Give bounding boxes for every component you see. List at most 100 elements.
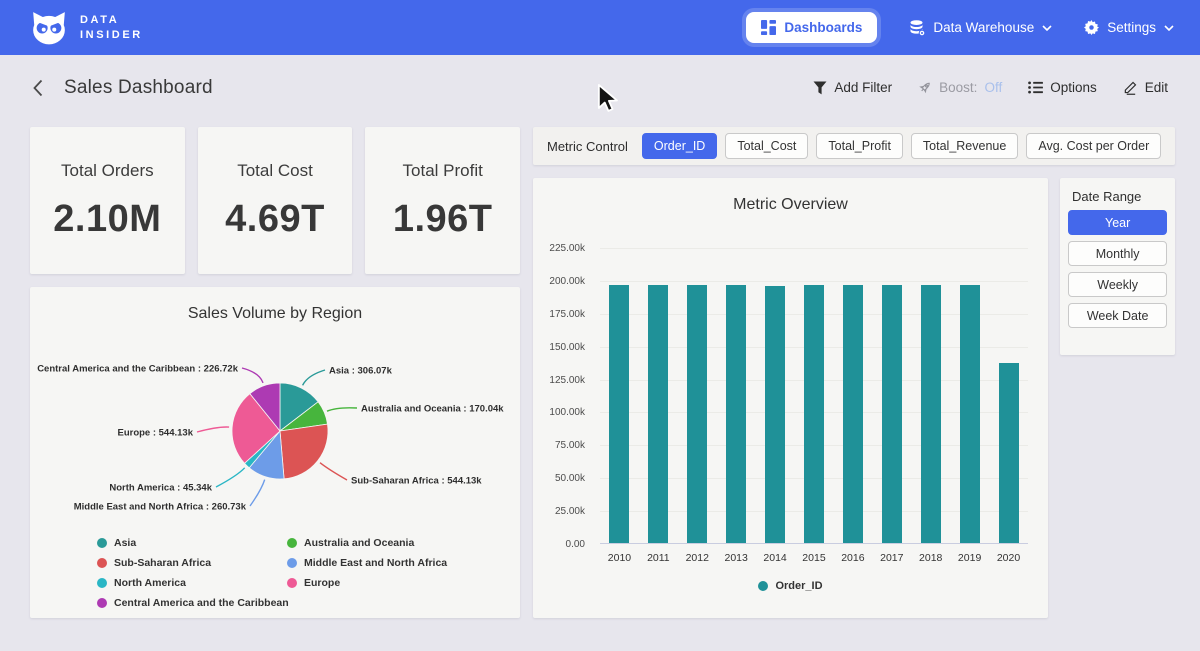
legend-dot xyxy=(758,581,768,591)
bar-slot xyxy=(600,248,639,543)
legend-dot xyxy=(287,558,297,568)
metric-option-total-profit[interactable]: Total_Profit xyxy=(816,133,903,159)
bar-2010[interactable] xyxy=(609,285,629,543)
bar-2012[interactable] xyxy=(687,285,707,543)
settings-menu[interactable]: Settings xyxy=(1084,20,1174,35)
back-button[interactable] xyxy=(30,77,46,99)
date-range-monthly[interactable]: Monthly xyxy=(1068,241,1167,266)
pie-legend-item-north-america[interactable]: North America xyxy=(97,573,289,593)
options-button[interactable]: Options xyxy=(1028,80,1097,95)
bar-2014[interactable] xyxy=(765,286,785,544)
pie-callout-line xyxy=(197,427,229,432)
pie-label-asia: Asia : 306.07k xyxy=(329,366,393,377)
pie-slice-sub-saharan-africa[interactable] xyxy=(280,424,328,479)
pie-legend-column-2: Australia and Oceania Middle East and Nor… xyxy=(287,533,447,593)
bar-chart-x-axis: 2010201120122013201420152016201720182019… xyxy=(600,552,1028,564)
pie-legend-item-australia-and-oceania[interactable]: Australia and Oceania xyxy=(287,533,447,553)
nav-menu: Dashboards Data Warehouse Settings xyxy=(746,12,1174,43)
y-axis-tick-label: 100.00k xyxy=(533,407,585,418)
legend-label: Order_ID xyxy=(775,580,822,592)
gear-icon xyxy=(1084,20,1099,35)
kpi-label: Total Orders xyxy=(61,161,154,181)
metric-option-total-revenue[interactable]: Total_Revenue xyxy=(911,133,1018,159)
pie-legend-item-middle-east-and-north-africa[interactable]: Middle East and North Africa xyxy=(287,553,447,573)
add-filter-button[interactable]: Add Filter xyxy=(813,80,892,95)
bar-2018[interactable] xyxy=(921,285,941,543)
pie-legend-label: North America xyxy=(114,577,186,589)
pencil-edit-icon xyxy=(1123,80,1138,95)
legend-dot xyxy=(97,558,107,568)
y-axis-tick-label: 175.00k xyxy=(533,309,585,320)
metric-control-label: Metric Control xyxy=(547,139,628,154)
kpi-card-total-orders: Total Orders 2.10M xyxy=(30,127,185,274)
y-axis-tick-label: 200.00k xyxy=(533,276,585,287)
pie-legend-item-sub-saharan-africa[interactable]: Sub-Saharan Africa xyxy=(97,553,289,573)
bar-2020[interactable] xyxy=(999,363,1019,543)
bar-slot xyxy=(872,248,911,543)
pie-chart: Asia : 306.07k Australia and Oceania : 17… xyxy=(30,330,520,535)
pie-label-australia-and-oceania: Australia and Oceania : 170.04k xyxy=(361,404,504,415)
dashboards-button[interactable]: Dashboards xyxy=(746,12,877,43)
metric-option-avg-cost-per-order[interactable]: Avg. Cost per Order xyxy=(1026,133,1161,159)
chevron-down-icon xyxy=(1042,25,1052,31)
list-options-icon xyxy=(1028,81,1043,94)
pie-legend-label: Middle East and North Africa xyxy=(304,557,447,569)
brand-logo: DATA INSIDER xyxy=(30,11,143,45)
dashboard-body: Total Orders 2.10M Total Cost 4.69T Total Pr… xyxy=(0,120,1200,618)
pie-callout-line xyxy=(303,370,325,385)
legend-dot xyxy=(287,578,297,588)
boost-toggle[interactable]: Boost: Off xyxy=(918,80,1002,95)
y-axis-tick-label: 225.00k xyxy=(533,243,585,254)
bar-2017[interactable] xyxy=(882,285,902,543)
bar-2016[interactable] xyxy=(843,285,863,543)
x-axis-tick-label: 2014 xyxy=(756,552,795,564)
metric-option-order-id[interactable]: Order_ID xyxy=(642,133,717,159)
kpi-value: 2.10M xyxy=(53,198,161,241)
page-header: Sales Dashboard Add Filter Boost: Off xyxy=(0,55,1200,120)
bar-slot xyxy=(911,248,950,543)
bar-slot xyxy=(989,248,1028,543)
chevron-left-icon xyxy=(32,79,44,97)
kpi-label: Total Cost xyxy=(237,161,313,181)
pie-chart-title: Sales Volume by Region xyxy=(30,287,520,323)
bar-2013[interactable] xyxy=(726,285,746,543)
add-filter-label: Add Filter xyxy=(834,80,892,95)
y-axis-tick-label: 125.00k xyxy=(533,375,585,386)
metric-option-total-cost[interactable]: Total_Cost xyxy=(725,133,808,159)
data-warehouse-menu[interactable]: Data Warehouse xyxy=(909,20,1052,36)
dashboard-grid-icon xyxy=(761,20,776,35)
dashboards-label: Dashboards xyxy=(784,20,862,35)
pie-legend-item-central-america-and-the-caribbean[interactable]: Central America and the Caribbean xyxy=(97,593,289,613)
boost-label: Boost: xyxy=(939,80,977,95)
bar-2015[interactable] xyxy=(804,285,824,543)
metric-buttons: Order_ID Total_Cost Total_Profit Total_Reve… xyxy=(642,133,1161,159)
date-range-weekly[interactable]: Weekly xyxy=(1068,272,1167,297)
y-axis-tick-label: 150.00k xyxy=(533,342,585,353)
pie-label-central-america-and-the-caribbean: Central America and the Caribbean : 226.… xyxy=(37,364,239,375)
pie-legend-label: Europe xyxy=(304,577,340,589)
brand-line2: INSIDER xyxy=(80,28,143,43)
date-range-week-date[interactable]: Week Date xyxy=(1068,303,1167,328)
pie-callout-line xyxy=(216,468,245,487)
date-range-year[interactable]: Year xyxy=(1068,210,1167,235)
edit-button[interactable]: Edit xyxy=(1123,80,1168,95)
pie-legend-label: Asia xyxy=(114,537,136,549)
pie-chart-card: Sales Volume by Region Asia : 306.07k Aus… xyxy=(30,287,520,618)
brand-line1: DATA xyxy=(80,13,143,28)
pie-callout-line xyxy=(242,368,263,383)
bar-2011[interactable] xyxy=(648,285,668,543)
kpi-card-total-profit: Total Profit1.96T xyxy=(365,127,520,274)
y-axis-tick-label: 50.00k xyxy=(533,473,585,484)
bar-chart-legend[interactable]: Order_ID xyxy=(533,580,1048,592)
owl-logo-icon xyxy=(30,11,68,45)
bar-chart-card: Metric Overview 0.0025.00k50.00k75.00k10… xyxy=(533,178,1048,618)
x-axis-tick-label: 2019 xyxy=(950,552,989,564)
x-axis-tick-label: 2013 xyxy=(717,552,756,564)
bar-2019[interactable] xyxy=(960,285,980,543)
y-axis-tick-label: 25.00k xyxy=(533,506,585,517)
kpi-card-total-cost: Total Cost 4.69T xyxy=(198,127,353,274)
kpi-value: 4.69T xyxy=(225,198,325,241)
pie-legend-item-europe[interactable]: Europe xyxy=(287,573,447,593)
pie-legend-item-asia[interactable]: Asia xyxy=(97,533,289,553)
bar-slot xyxy=(795,248,834,543)
